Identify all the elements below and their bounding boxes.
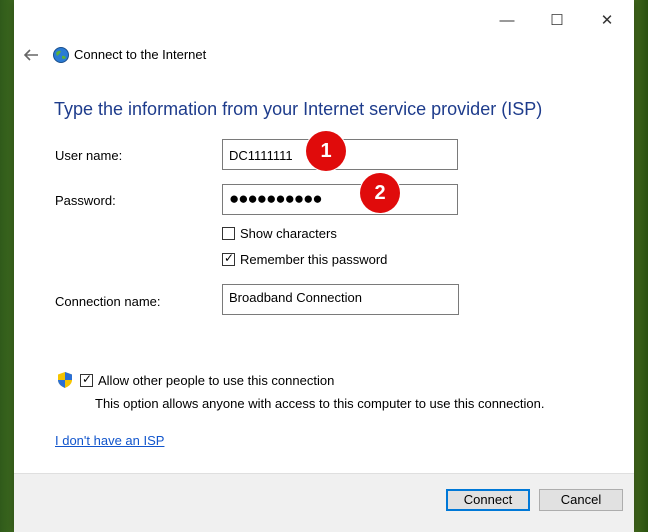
remember-password-checkbox[interactable]: ✓ [222, 251, 235, 266]
password-label: Password: [55, 193, 116, 208]
remember-password-row[interactable]: ✓ Remember this password [222, 251, 388, 267]
minimize-button[interactable]: — [484, 6, 530, 36]
allow-others-checkbox[interactable]: ✓ [80, 372, 93, 387]
username-label: User name: [55, 148, 123, 163]
back-arrow-icon[interactable] [21, 45, 41, 65]
dialog-footer: Connect Cancel [14, 473, 634, 532]
annotation-badge-2: 2 [360, 173, 400, 213]
checkmark-icon: ✓ [82, 372, 93, 386]
page-heading: Type the information from your Internet … [54, 99, 543, 119]
show-characters-checkbox[interactable] [222, 227, 235, 240]
allow-others-row[interactable]: ✓ Allow other people to use this connect… [80, 372, 335, 388]
globe-network-icon [53, 47, 69, 63]
maximize-button[interactable]: ☐ [534, 6, 580, 36]
connect-to-internet-dialog: — ☐ ✕ Connect to the Internet Type the i… [14, 0, 634, 532]
remember-password-label: Remember this password [240, 252, 388, 267]
connection-name-label: Connection name: [55, 294, 161, 309]
uac-shield-icon [58, 372, 72, 388]
password-input[interactable]: ●●●●●●●●●● [222, 184, 458, 215]
close-button[interactable]: ✕ [584, 6, 630, 36]
checkmark-icon: ✓ [224, 251, 235, 265]
show-characters-row[interactable]: Show characters [222, 226, 337, 241]
title-bar: — ☐ ✕ [14, 0, 634, 40]
allow-others-label: Allow other people to use this connectio… [98, 373, 335, 388]
connection-name-input[interactable]: Broadband Connection [222, 284, 459, 315]
allow-others-description: This option allows anyone with access to… [95, 396, 545, 411]
connect-button[interactable]: Connect [446, 489, 530, 511]
window-title: Connect to the Internet [74, 47, 207, 62]
show-characters-label: Show characters [240, 226, 337, 241]
no-isp-link[interactable]: I don't have an ISP [55, 433, 164, 448]
annotation-badge-1: 1 [306, 131, 346, 171]
nav-bar: Connect to the Internet [14, 40, 634, 72]
cancel-button[interactable]: Cancel [539, 489, 623, 511]
